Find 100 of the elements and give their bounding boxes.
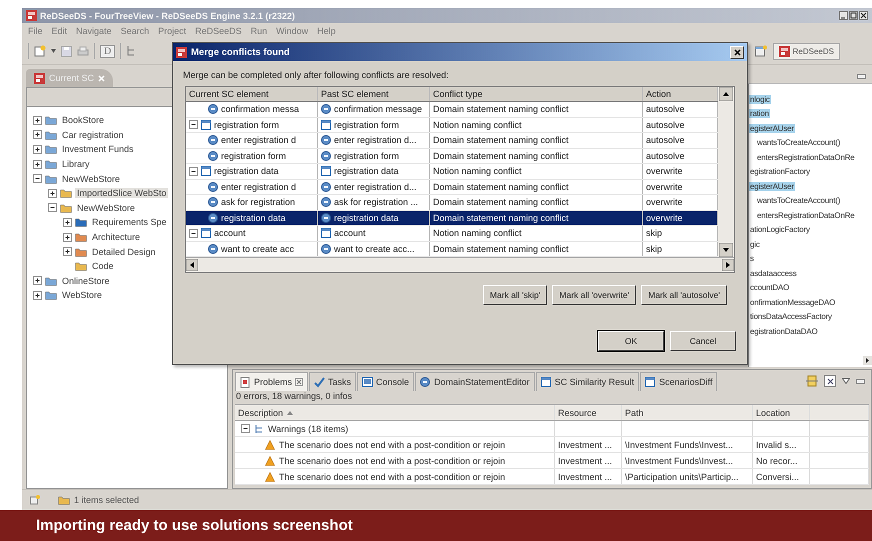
table-cell: registration form [334, 120, 400, 130]
outline-item[interactable]: s [749, 254, 755, 264]
panel-tab[interactable]: ScenariosDiff [640, 372, 718, 392]
toolbar-button[interactable]: D [100, 44, 116, 58]
table-cell: Investment ... [558, 472, 612, 482]
outline-item[interactable]: asdataaccess [749, 268, 798, 278]
table-cell: account [214, 228, 246, 238]
table-row[interactable]: account account Notion naming conflict skip [186, 226, 718, 242]
table-cell: registration form [221, 150, 286, 161]
panel-tab[interactable]: DomainStatementEditor [415, 372, 535, 392]
tree-item[interactable]: Library [60, 159, 92, 170]
table-cell: The scenario does not end with a post-condition or rejoin [279, 456, 506, 466]
tree-item[interactable]: Detailed Design [90, 246, 158, 257]
table-cell: registration form [214, 120, 280, 130]
panel-tab[interactable]: Console [357, 372, 414, 392]
panel-tab[interactable]: SC Similarity Result [536, 372, 640, 392]
table-cell: registration data [221, 212, 286, 223]
table-cell: ask for registration [221, 197, 296, 208]
mark-all-button[interactable]: Mark all 'skip' [482, 285, 548, 305]
tree-item[interactable]: OnlineStore [60, 276, 112, 286]
tree-item[interactable]: Car registration [60, 130, 126, 140]
table-cell: Domain statement naming conflict [430, 180, 643, 194]
tree-item[interactable]: NewWebStore [75, 202, 137, 213]
outline-item[interactable]: ccountDAO [749, 283, 790, 292]
dialog-title: Merge conflicts found [191, 46, 290, 58]
outline-item[interactable]: tionsDataAccessFactory [749, 312, 833, 322]
outline-item[interactable]: ration [749, 109, 770, 118]
outline-item[interactable]: nlogic [749, 94, 771, 104]
tree-item[interactable]: BookStore [60, 115, 106, 126]
tree-item[interactable]: NewWebStore [60, 174, 122, 184]
outline-item[interactable]: egisterAUser [749, 124, 795, 133]
table-cell: The scenario does not end with a post-condition or rejoin [279, 472, 506, 482]
column-header[interactable]: Resource [555, 405, 622, 420]
outline-item[interactable]: egisterAUser [749, 182, 795, 191]
outline-item[interactable]: wantsToCreateAccount() [756, 196, 842, 206]
table-cell: registration data [214, 166, 279, 176]
table-row[interactable]: registration data registration data Notion naming conflict overwrite [186, 164, 718, 180]
dialog-button[interactable]: Cancel [670, 331, 736, 351]
table-cell: Domain statement naming conflict [430, 133, 643, 148]
panel-tab[interactable]: Tasks [309, 372, 356, 392]
outline-item[interactable]: entersRegistrationDataOnRe [756, 210, 856, 220]
table-cell: enter registration d [221, 182, 296, 192]
status-text: 1 items selected [74, 495, 140, 505]
outline-item[interactable]: egistrationDataDAO [749, 326, 819, 336]
column-header[interactable]: Past SC element [318, 87, 430, 101]
table-cell: \Participation units\Particip... [625, 472, 739, 482]
table-cell: Domain statement naming conflict [430, 195, 643, 210]
perspective-button[interactable]: ReDSeeDS [772, 42, 840, 60]
dialog-button[interactable]: OK [598, 331, 664, 351]
table-cell: The scenario does not end with a post-condition or rejoin [279, 440, 506, 450]
table-cell: Domain statement naming conflict [430, 102, 643, 116]
table-row[interactable]: registration form registration form Notion naming conflict autosolve [186, 118, 718, 133]
tree-item[interactable]: Requirements Spe [90, 217, 169, 228]
outline-item[interactable]: gic [749, 240, 761, 249]
mark-all-button[interactable]: Mark all 'overwrite' [552, 285, 636, 305]
table-cell: Invalid s... [756, 440, 797, 450]
table-cell: ask for registration ... [334, 197, 418, 208]
tree-item[interactable]: ImportedSlice WebSto [75, 188, 168, 198]
outline-item[interactable]: onfirmationMessageDAO [749, 298, 836, 307]
table-cell: registration form [334, 150, 400, 161]
tree-item[interactable]: Code [90, 261, 116, 272]
table-cell: want to create acc [221, 244, 294, 254]
tree-item[interactable]: WebStore [60, 290, 104, 300]
tree-item[interactable]: Architecture [90, 232, 142, 242]
tab-label: Current SC [49, 73, 94, 83]
column-header[interactable]: Description [235, 405, 555, 420]
table-cell: account [334, 228, 366, 238]
table-cell: No recor... [756, 456, 798, 466]
outline-item[interactable]: ationLogicFactory [749, 225, 811, 234]
table-cell: Conversi... [756, 472, 800, 482]
column-header[interactable]: Location [753, 405, 810, 420]
group-label: Warnings (18 items) [268, 424, 348, 434]
table-row[interactable]: registration form registration form Domain statement naming conflict autosolve [186, 148, 718, 164]
table-cell: Domain statement naming conflict [430, 148, 643, 163]
table-cell: Investment ... [558, 440, 612, 450]
table-cell: enter registration d [221, 135, 296, 146]
table-cell: \Investment Funds\Invest... [625, 440, 734, 450]
table-cell: Notion naming conflict [430, 164, 643, 178]
table-row[interactable]: enter registration d enter registration d... Domain statement naming conflict autosolve [186, 133, 718, 148]
panel-tab[interactable]: Problems [235, 372, 308, 392]
outline-item[interactable]: entersRegistrationDataOnRe [756, 152, 856, 162]
table-row[interactable]: confirmation messa confirmation message Domain statement naming conflict autosolve [186, 102, 718, 118]
table-cell: confirmation message [334, 104, 422, 114]
tree-item[interactable]: Investment Funds [60, 144, 136, 154]
outline-item[interactable]: egistrationFactory [749, 167, 811, 176]
table-cell: Investment ... [558, 456, 612, 466]
table-row[interactable]: registration data registration data Domain statement naming conflict overwrite [186, 210, 718, 226]
window-title: ReDSeeDS - FourTreeView - ReDSeeDS Engine 3.2.1 (r2322) [40, 10, 295, 20]
table-cell: Notion naming conflict [430, 118, 643, 132]
table-cell: Domain statement naming conflict [430, 210, 643, 225]
outline-item[interactable]: wantsToCreateAccount() [756, 138, 842, 148]
table-cell: \Investment Funds\Invest... [625, 456, 734, 466]
mark-all-button[interactable]: Mark all 'autosolve' [641, 285, 727, 305]
table-cell: Notion naming conflict [430, 226, 643, 240]
column-header[interactable]: Conflict type [430, 87, 643, 101]
table-cell: want to create acc... [334, 244, 415, 254]
table-cell: enter registration d... [334, 182, 417, 192]
table-row[interactable]: enter registration d enter registration d... Domain statement naming conflict overwrite [186, 180, 718, 195]
column-header[interactable]: Path [622, 405, 753, 420]
column-header[interactable]: Current SC element [186, 87, 318, 101]
